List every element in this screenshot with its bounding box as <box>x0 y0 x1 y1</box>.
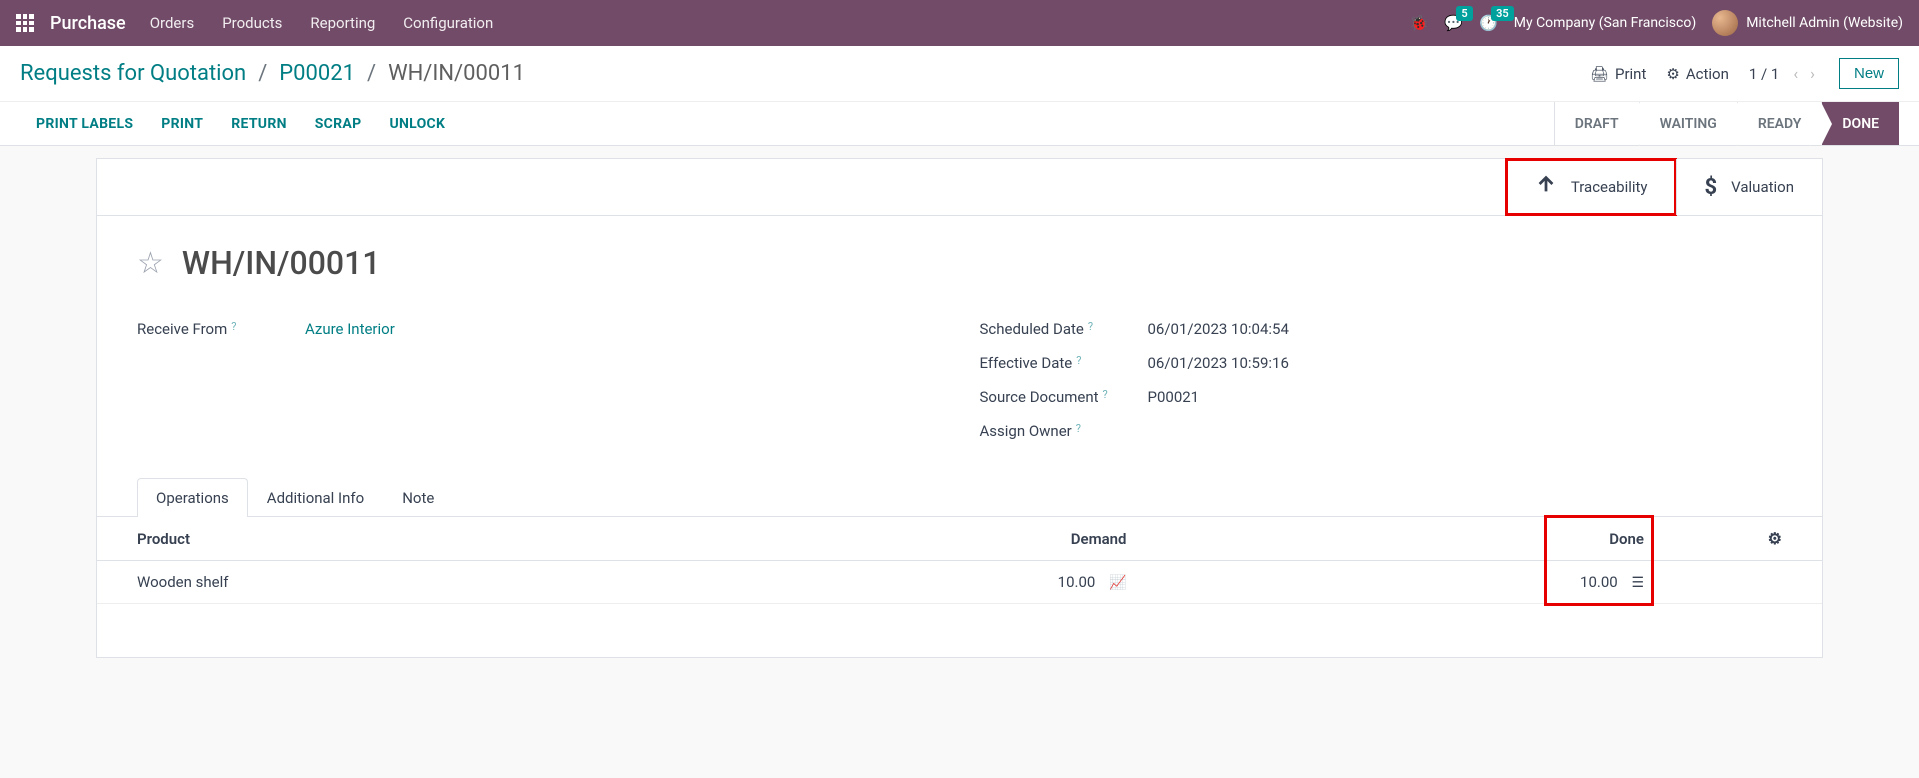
cell-demand: 10.00 📈 <box>925 561 1167 604</box>
status-waiting[interactable]: WAITING <box>1639 102 1737 145</box>
dollar-icon: $ <box>1705 175 1718 200</box>
tab-note[interactable]: Note <box>383 478 453 517</box>
source-document-label: Source Document <box>980 388 1099 406</box>
unlock-button[interactable]: UNLOCK <box>389 116 445 132</box>
star-icon[interactable]: ☆ <box>137 246 164 281</box>
print-icon: 🖨 <box>1590 65 1609 83</box>
nav-reporting[interactable]: Reporting <box>310 14 375 32</box>
effective-date-value: 06/01/2023 10:59:16 <box>1148 354 1289 372</box>
effective-date-label: Effective Date <box>980 354 1073 372</box>
breadcrumb-current: WH/IN/00011 <box>388 61 525 86</box>
gear-icon: ⚙ <box>1666 65 1679 83</box>
help-icon[interactable]: ? <box>231 320 236 333</box>
user-name: Mitchell Admin (Website) <box>1746 15 1903 31</box>
breadcrumb-sep: / <box>367 61 376 86</box>
print-labels-button[interactable]: PRINT LABELS <box>36 116 133 132</box>
chat-badge: 5 <box>1456 6 1472 21</box>
help-icon[interactable]: ? <box>1076 354 1081 367</box>
tab-operations[interactable]: Operations <box>137 478 248 517</box>
pager-value[interactable]: 1 / 1 <box>1749 65 1780 83</box>
form-sheet: Traceability $ Valuation ☆ WH/IN/00011 R… <box>96 158 1823 658</box>
action-menu[interactable]: ⚙ Action <box>1666 65 1728 83</box>
scrap-button[interactable]: SCRAP <box>315 116 362 132</box>
print-button[interactable]: PRINT <box>161 116 203 132</box>
cell-done: 10.00 ☰ <box>1167 561 1685 604</box>
status-done[interactable]: DONE <box>1821 102 1899 145</box>
button-box: Traceability $ Valuation <box>97 159 1822 216</box>
arrow-up-icon <box>1535 173 1557 201</box>
print-menu[interactable]: 🖨 Print <box>1590 65 1646 83</box>
avatar <box>1712 10 1738 36</box>
control-panel: Requests for Quotation / P00021 / WH/IN/… <box>0 46 1919 146</box>
action-buttons: PRINT LABELS PRINT RETURN SCRAP UNLOCK <box>36 102 445 145</box>
sliders-icon[interactable]: ⚙ <box>1768 529 1782 548</box>
assign-owner-label: Assign Owner <box>980 422 1072 440</box>
nav-orders[interactable]: Orders <box>150 14 195 32</box>
top-navbar: Purchase Orders Products Reporting Confi… <box>0 0 1919 46</box>
col-done[interactable]: Done <box>1167 517 1685 561</box>
action-label: Action <box>1686 65 1729 83</box>
new-button[interactable]: New <box>1839 58 1899 89</box>
clock-icon[interactable]: 🕐35 <box>1479 14 1498 32</box>
col-options: ⚙ <box>1684 517 1822 561</box>
scheduled-date-label: Scheduled Date <box>980 320 1084 338</box>
col-product[interactable]: Product <box>97 517 925 561</box>
traceability-label: Traceability <box>1571 178 1648 196</box>
traceability-button[interactable]: Traceability <box>1506 159 1676 215</box>
print-label: Print <box>1615 65 1646 83</box>
pager: 1 / 1 ‹ › <box>1749 64 1819 83</box>
source-document-value: P00021 <box>1148 388 1200 406</box>
app-brand[interactable]: Purchase <box>50 13 126 34</box>
breadcrumb-sep: / <box>258 61 267 86</box>
return-button[interactable]: RETURN <box>231 116 287 132</box>
nav-menu: Orders Products Reporting Configuration <box>150 14 494 32</box>
cell-product: Wooden shelf <box>97 561 925 604</box>
col-demand[interactable]: Demand <box>925 517 1167 561</box>
receive-from-value[interactable]: Azure Interior <box>305 320 395 338</box>
bug-icon[interactable]: 🐞 <box>1410 14 1429 32</box>
valuation-button[interactable]: $ Valuation <box>1676 159 1822 215</box>
valuation-label: Valuation <box>1731 178 1794 196</box>
scheduled-date-value: 06/01/2023 10:04:54 <box>1148 320 1289 338</box>
forecast-icon[interactable]: 📈 <box>1109 575 1126 591</box>
pager-next-icon[interactable]: › <box>1806 64 1819 83</box>
operations-table: Product Demand Done ⚙ Wooden shelf 10.00… <box>97 517 1822 604</box>
breadcrumb-order[interactable]: P00021 <box>279 61 355 86</box>
table-row[interactable]: Wooden shelf 10.00 📈 10.00 ☰ <box>97 561 1822 604</box>
status-bar: DRAFT WAITING READY DONE <box>1554 102 1899 145</box>
help-icon[interactable]: ? <box>1088 320 1093 333</box>
chat-icon[interactable]: 💬5 <box>1444 14 1463 32</box>
receive-from-label: Receive From <box>137 320 227 338</box>
help-icon[interactable]: ? <box>1076 422 1081 435</box>
page-title: WH/IN/00011 <box>182 244 381 282</box>
pager-prev-icon[interactable]: ‹ <box>1789 64 1802 83</box>
help-icon[interactable]: ? <box>1103 388 1108 401</box>
list-icon[interactable]: ☰ <box>1631 575 1644 591</box>
tabs: Operations Additional Info Note <box>97 478 1822 517</box>
tab-additional-info[interactable]: Additional Info <box>248 478 383 517</box>
apps-icon[interactable] <box>16 14 34 32</box>
clock-badge: 35 <box>1491 6 1514 21</box>
nav-products[interactable]: Products <box>222 14 282 32</box>
status-ready[interactable]: READY <box>1737 102 1822 145</box>
breadcrumb: Requests for Quotation / P00021 / WH/IN/… <box>20 61 525 86</box>
user-menu[interactable]: Mitchell Admin (Website) <box>1712 10 1903 36</box>
status-draft[interactable]: DRAFT <box>1554 102 1639 145</box>
company-selector[interactable]: My Company (San Francisco) <box>1514 15 1696 31</box>
breadcrumb-root[interactable]: Requests for Quotation <box>20 61 246 86</box>
nav-right: 🐞 💬5 🕐35 My Company (San Francisco) Mitc… <box>1410 10 1903 36</box>
nav-configuration[interactable]: Configuration <box>403 14 493 32</box>
